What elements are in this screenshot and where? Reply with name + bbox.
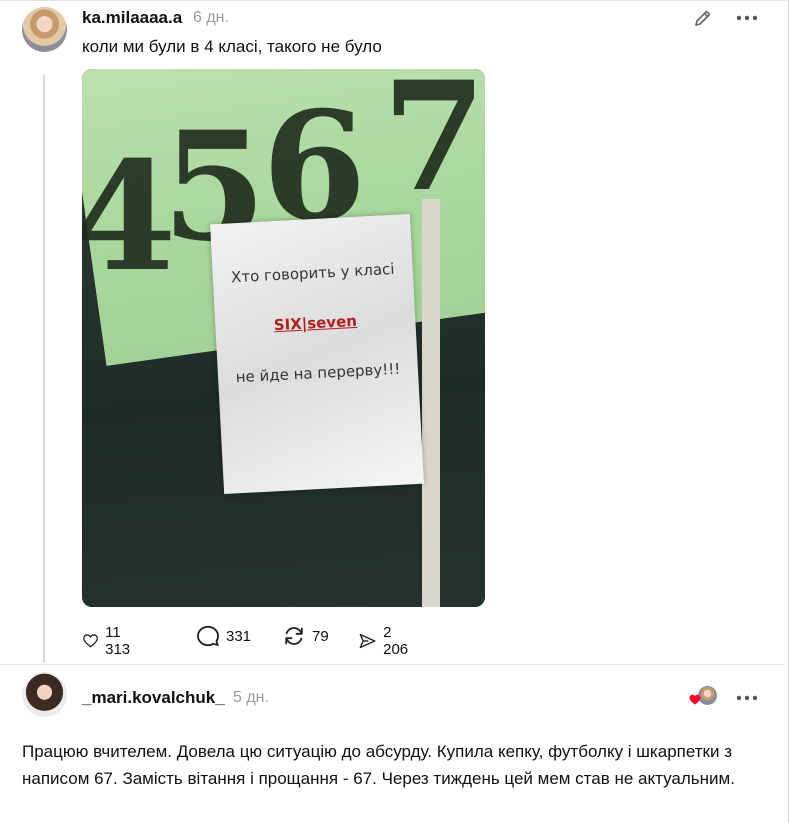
sign-line-3: не йде на перерву!!! — [235, 359, 401, 387]
repost-icon — [285, 627, 303, 645]
post-time[interactable]: 6 дн. — [193, 9, 229, 27]
edit-icon[interactable] — [690, 6, 716, 30]
more-icon[interactable] — [734, 6, 760, 30]
post-text: коли ми були в 4 класі, такого не було — [82, 37, 382, 56]
repost-button[interactable]: 79 — [282, 624, 329, 648]
sign-line-1: Хто говорить у класі — [230, 259, 395, 287]
heart-icon — [83, 634, 98, 648]
sign-line-2: SIX|seven — [273, 311, 358, 335]
reply-username[interactable]: _mari.kovalchuk_ — [82, 688, 225, 708]
repost-count: 79 — [312, 627, 329, 645]
like-button[interactable]: 11 313 — [82, 624, 137, 658]
share-count: 2 206 — [383, 624, 409, 658]
avatar[interactable] — [22, 672, 67, 717]
divider — [0, 664, 784, 665]
reply-time[interactable]: 5 дн. — [233, 689, 269, 707]
thread-line — [43, 75, 45, 663]
board-frame — [422, 199, 440, 607]
heart-icon — [689, 694, 701, 705]
comment-count: 331 — [226, 627, 252, 645]
author-liked-badge — [689, 686, 717, 708]
share-icon — [359, 633, 376, 649]
like-count: 11 313 — [105, 624, 131, 658]
frame-top — [0, 0, 789, 5]
share-button[interactable]: 2 206 — [358, 624, 413, 658]
more-icon[interactable] — [734, 686, 760, 710]
frame-right — [784, 0, 789, 823]
comment-icon — [197, 625, 219, 647]
post-username[interactable]: ka.milaaaa.a — [82, 8, 182, 28]
paper-sign: Хто говорить у класі SIX|seven не йде на… — [210, 213, 424, 495]
post-photo[interactable]: 4 5 6 7 Хто говорить у класі SIX|seven н… — [82, 69, 485, 607]
reply-text: Працюю вчителем. Довела цю ситуацію до а… — [22, 742, 735, 788]
avatar[interactable] — [22, 7, 67, 52]
comment-button[interactable]: 331 — [196, 624, 251, 648]
